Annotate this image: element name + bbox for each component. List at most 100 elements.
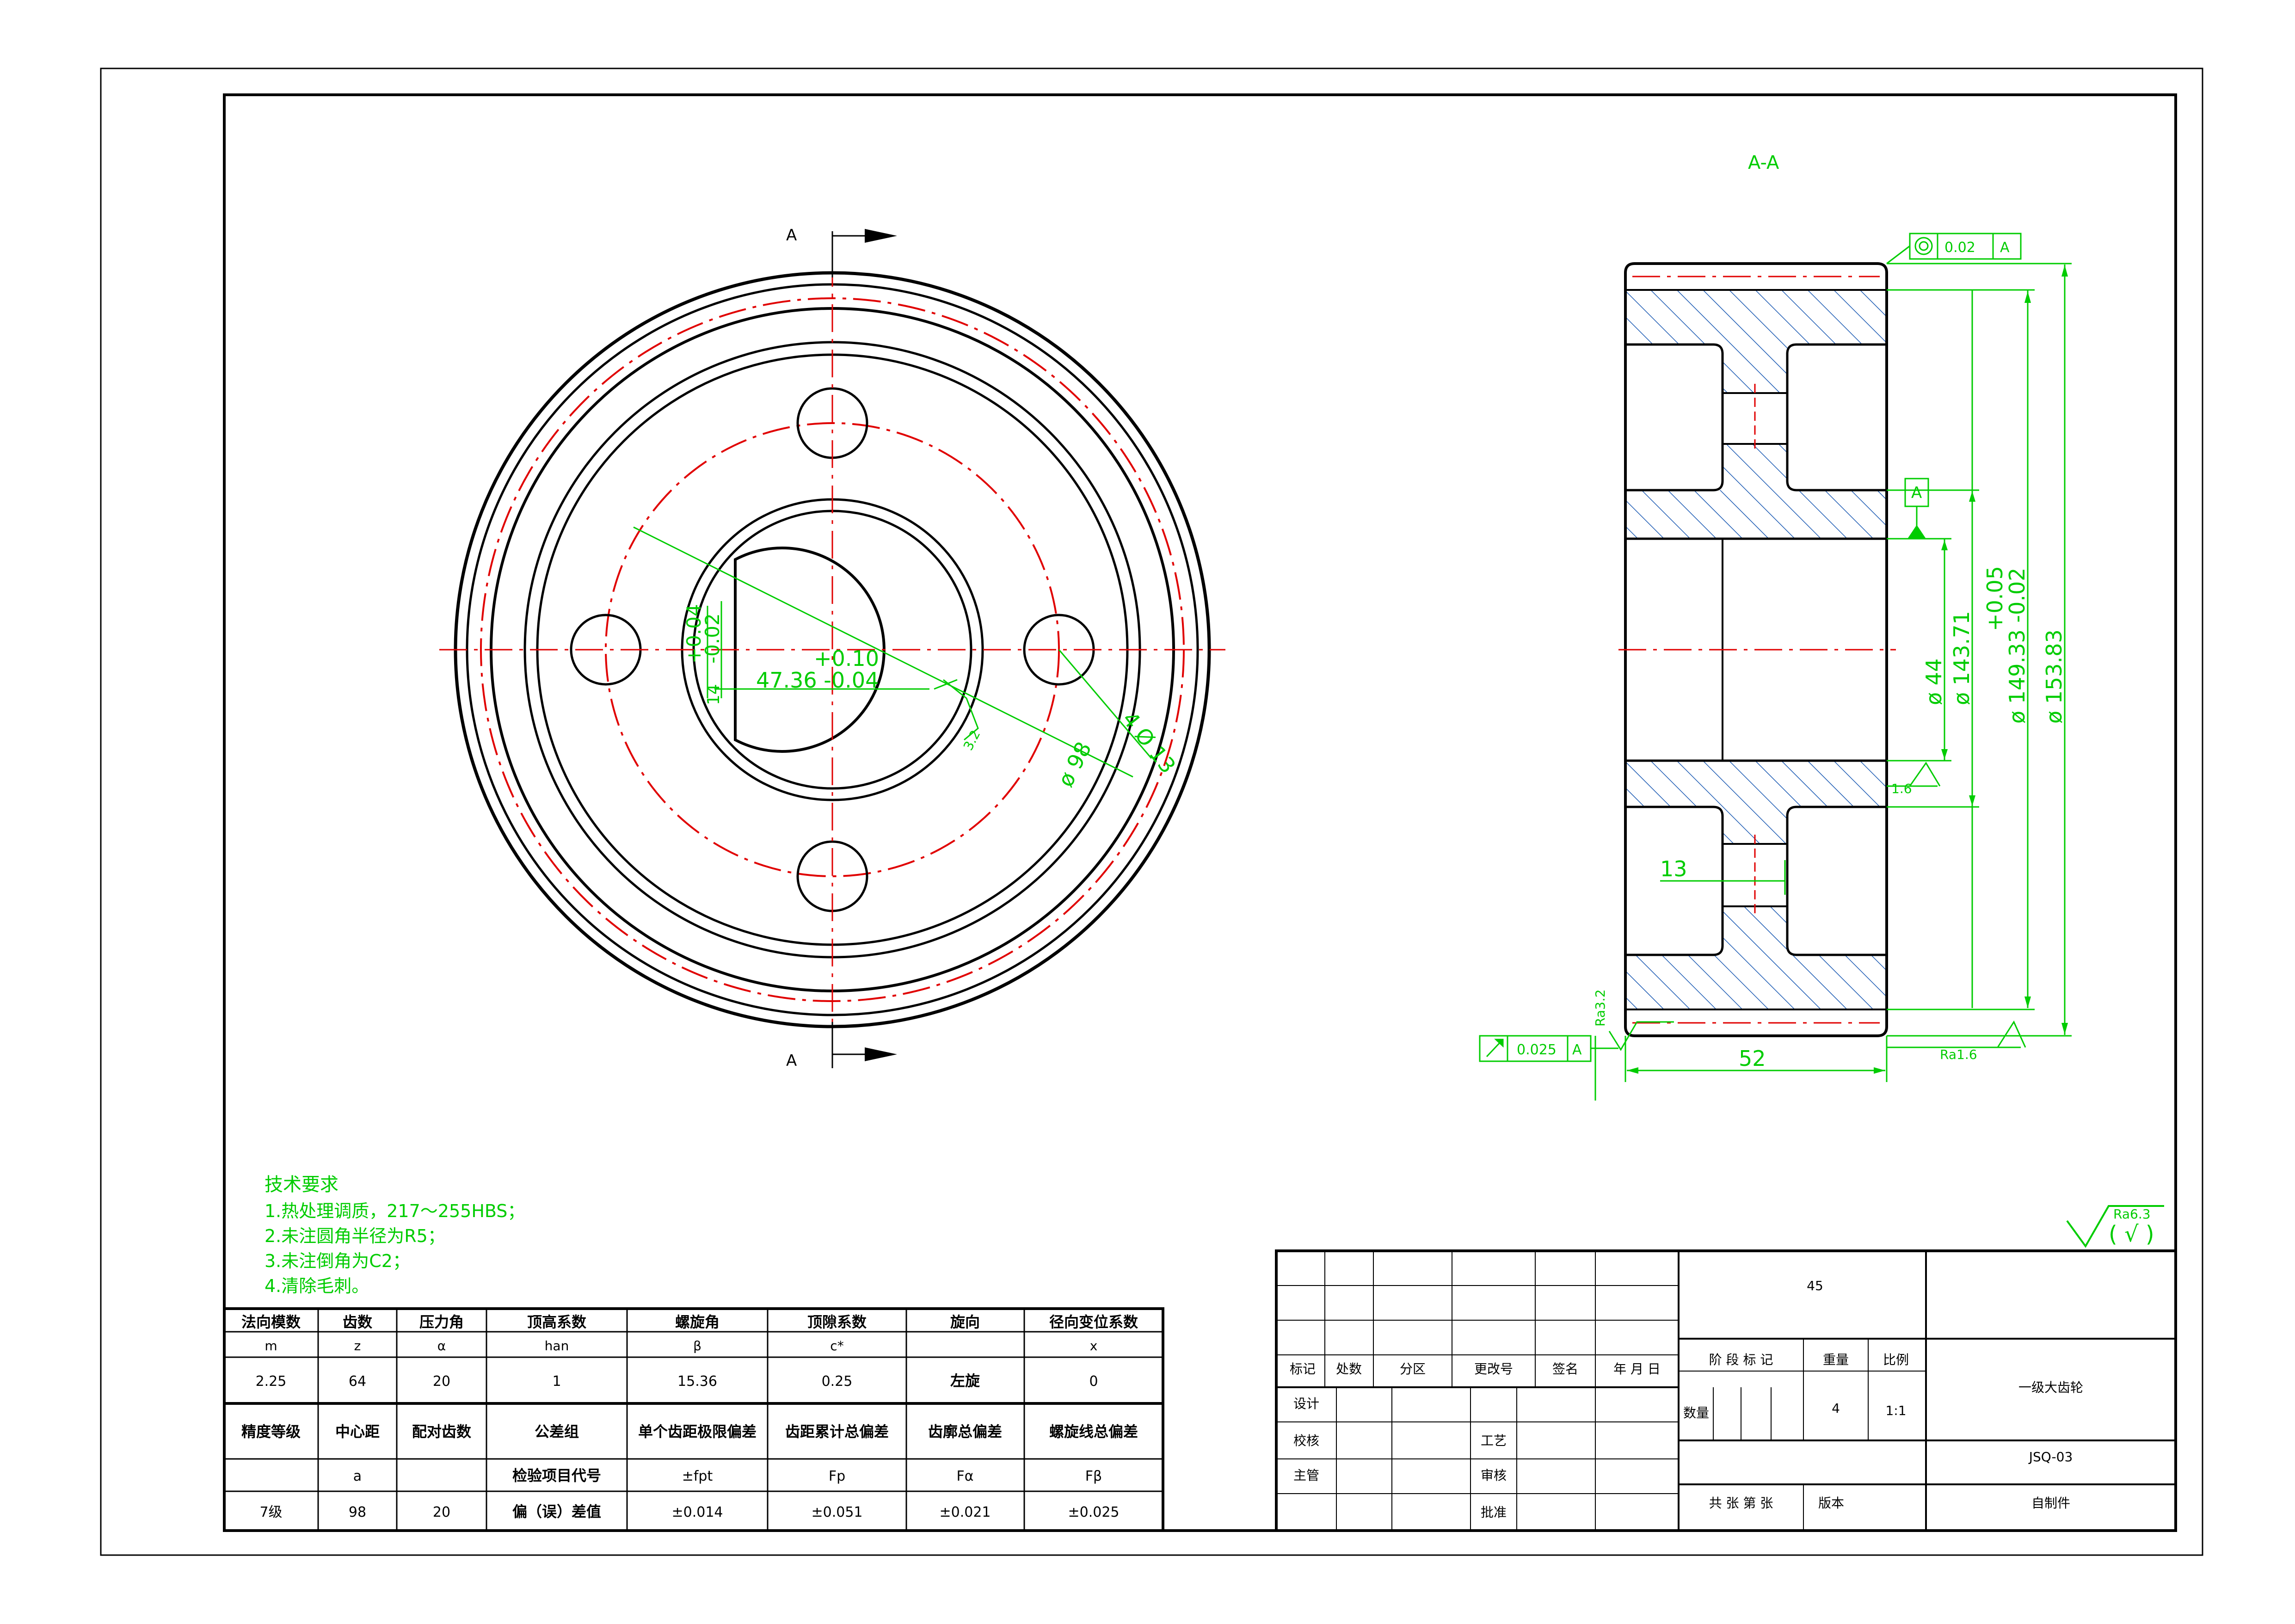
- section-title: A-A: [1748, 152, 1779, 173]
- table-cell: 7级: [259, 1504, 282, 1520]
- table-cell: 20: [433, 1373, 450, 1390]
- title-block-header: 分区: [1400, 1361, 1426, 1377]
- tech-req-item: 3.未注倒角为C2；: [265, 1251, 410, 1271]
- scale-label: 比例: [1883, 1352, 1909, 1367]
- table-cell: 公差组: [535, 1423, 579, 1440]
- general-roughness-bracket: ( √ ): [2109, 1221, 2154, 1247]
- table-cell: 配对齿数: [412, 1423, 472, 1440]
- table-cell: x: [1090, 1338, 1098, 1353]
- runout-icon: [1486, 1039, 1504, 1058]
- weight-value: 4: [1832, 1401, 1840, 1416]
- table-cell: 0: [1089, 1373, 1098, 1390]
- dim-keyway-sym: 14: [704, 684, 723, 705]
- table-cell: ±0.014: [671, 1504, 723, 1520]
- dim-keyway-tol-lower: -0.02: [701, 613, 724, 664]
- table-cell: Fβ: [1085, 1468, 1102, 1484]
- table-cell: 15.36: [677, 1373, 717, 1390]
- table-cell: 精度等级: [241, 1423, 301, 1440]
- material: 45: [1807, 1278, 1823, 1293]
- table-cell: ±fpt: [682, 1468, 713, 1484]
- tech-req-item: 2.未注圆角半径为R5；: [265, 1226, 445, 1246]
- part-type: 自制件: [2031, 1495, 2070, 1511]
- dim-outer: ø 153.83: [2042, 629, 2067, 724]
- tech-req-title: 技术要求: [265, 1174, 338, 1195]
- table-cell: a: [353, 1468, 362, 1484]
- title-block-header: 处数: [1336, 1361, 1362, 1377]
- role-label: 主管: [1293, 1468, 1319, 1483]
- title-block-header: 更改号: [1474, 1361, 1513, 1377]
- dim-hub: ø 143.71: [1949, 611, 1974, 705]
- gear-table-cells: 法向模数 齿数 压力角 顶高系数 螺旋角 顶隙系数 旋向 径向变位系数 m z …: [241, 1313, 1138, 1520]
- role-label: 批准: [1481, 1505, 1507, 1520]
- table-cell: 螺旋角: [675, 1313, 720, 1331]
- title-block-header: 标记: [1290, 1361, 1316, 1377]
- version-label: 版本: [1818, 1495, 1844, 1511]
- dim-bolt-circle: ø 98: [1053, 738, 1096, 791]
- section-mark-bottom: A: [786, 1052, 797, 1070]
- section-dim-arrows: [1627, 265, 2068, 1074]
- table-cell: 2.25: [256, 1373, 287, 1390]
- table-cell: 旋向: [950, 1313, 980, 1331]
- drawing-sheet: A A +0.04 -0.02 14 +0.10 47.36 -0.04 3.2…: [0, 0, 2295, 1622]
- title-block-header: 签名: [1552, 1361, 1578, 1377]
- dim-root-tol-upper: +0.05: [1982, 566, 2007, 631]
- table-cell: ±0.025: [1068, 1504, 1119, 1520]
- tol-frame-bottom-value: 0.025: [1517, 1042, 1557, 1058]
- table-cell: 顶高系数: [527, 1313, 587, 1331]
- rough-right-mid: 1.6: [1891, 781, 1912, 796]
- table-cell: han: [545, 1338, 569, 1353]
- dim-width: 52: [1739, 1046, 1766, 1071]
- table-cell: Fp: [829, 1468, 845, 1484]
- table-cell: Fα: [956, 1468, 973, 1484]
- table-cell: 单个齿距极限偏差: [638, 1423, 757, 1440]
- section-view: [1618, 262, 1896, 1037]
- table-cell: m: [265, 1338, 277, 1353]
- rough-left: Ra3.2: [1593, 989, 1608, 1027]
- tol-frame-top-value: 0.02: [1944, 240, 1975, 256]
- table-cell: 压力角: [419, 1313, 464, 1331]
- table-cell: 齿数: [343, 1313, 373, 1331]
- scale-value: 1:1: [1885, 1403, 1906, 1418]
- drawing-canvas: A A +0.04 -0.02 14 +0.10 47.36 -0.04 3.2…: [100, 68, 2203, 1556]
- role-label: 审核: [1481, 1468, 1507, 1483]
- table-cell: ±0.021: [939, 1504, 991, 1520]
- table-cell: z: [354, 1338, 361, 1353]
- table-cell: 顶隙系数: [807, 1313, 867, 1331]
- drawing-number: JSQ-03: [2028, 1449, 2073, 1464]
- table-cell: 偏（误）差值: [512, 1503, 601, 1520]
- table-cell: 98: [349, 1504, 366, 1520]
- quantity-label: 数量: [1683, 1405, 1709, 1421]
- tech-req-item: 1.热处理调质，217～255HBS；: [265, 1201, 525, 1221]
- datum-label: A: [1911, 484, 1922, 502]
- tech-req-item: 4.清除毛刺。: [265, 1276, 369, 1296]
- table-cell: 齿廓总偏差: [928, 1423, 1002, 1440]
- rough-right-bottom: Ra1.6: [1940, 1047, 1977, 1062]
- table-cell: 齿距累计总偏差: [785, 1423, 889, 1440]
- table-cell: 径向变位系数: [1049, 1313, 1138, 1331]
- table-cell: 检验项目代号: [512, 1467, 601, 1484]
- dim-keyway-depth-tol: +0.10: [814, 646, 879, 671]
- table-cell: 1: [552, 1373, 561, 1390]
- dim-keyway-depth: 47.36 -0.04: [756, 668, 879, 693]
- general-roughness-value: Ra6.3: [2113, 1206, 2151, 1222]
- role-label: 工艺: [1481, 1433, 1507, 1448]
- table-cell: 20: [433, 1504, 450, 1520]
- part-name: 一级大齿轮: [2018, 1380, 2083, 1395]
- tol-frame-top-datum: A: [2000, 240, 2010, 256]
- table-cell: 64: [349, 1373, 366, 1390]
- table-cell: 法向模数: [241, 1313, 301, 1331]
- title-block-header: 年 月 日: [1613, 1361, 1661, 1377]
- dim-root: ø 149.33 -0.02: [2005, 568, 2030, 724]
- role-label: 设计: [1293, 1396, 1319, 1411]
- dim-web: 13: [1660, 856, 1687, 881]
- table-cell: ±0.051: [811, 1504, 862, 1520]
- stage-label: 阶 段 标 记: [1709, 1352, 1773, 1367]
- table-cell: α: [437, 1338, 446, 1353]
- dim-bore: ø 44: [1921, 658, 1946, 705]
- table-cell: β: [693, 1338, 701, 1353]
- table-cell: 螺旋线总偏差: [1049, 1423, 1138, 1440]
- dim-keyway-rough: 3.2: [960, 728, 984, 753]
- section-mark-top: A: [786, 226, 797, 245]
- table-cell: c*: [830, 1338, 843, 1353]
- concentricity-icon: [1914, 237, 1933, 255]
